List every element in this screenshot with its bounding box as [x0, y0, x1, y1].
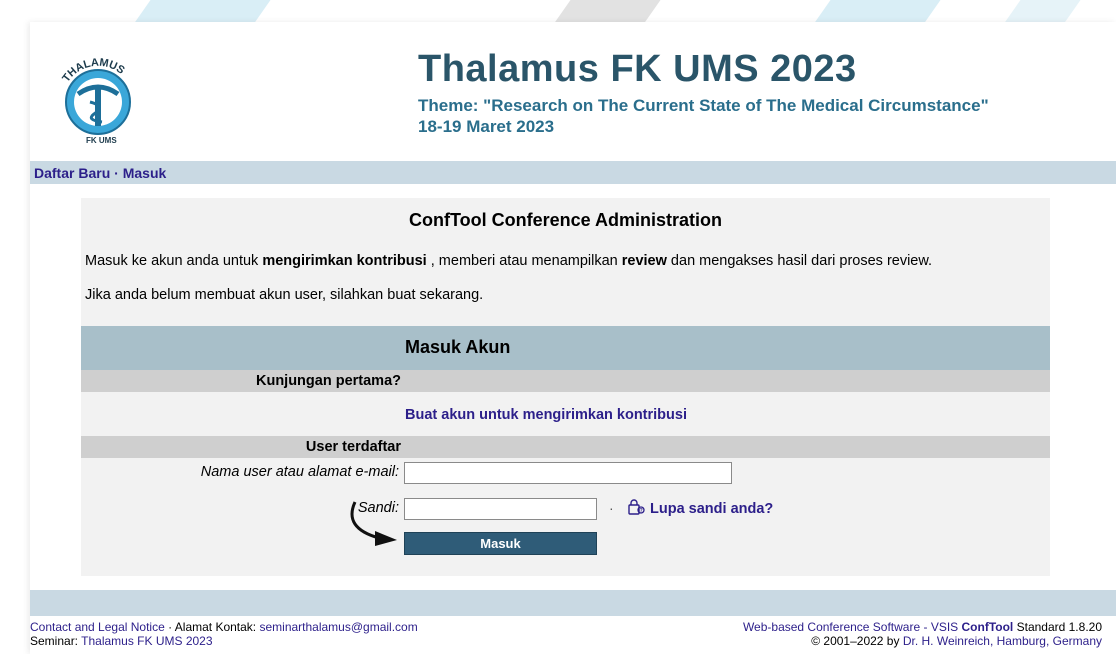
footer-left: Contact and Legal Notice · Alamat Kontak…: [30, 620, 418, 648]
thalamus-logo: THALAMUS FK UMS: [60, 57, 131, 145]
first-visit-label: Kunjungan pertama?: [255, 373, 401, 389]
footer-bar: [30, 590, 1116, 616]
forgot-password-link[interactable]: ? Lupa sandi anda?: [628, 499, 773, 517]
copyright-link[interactable]: Dr. H. Weinreich, Hamburg, Germany: [903, 634, 1102, 648]
conftool-brand: ConfTool: [961, 620, 1014, 634]
software-edition: Standard 1.8.20: [1013, 620, 1102, 634]
header: THALAMUS FK UMS Thalamus FK UMS 2023 The…: [30, 22, 1116, 160]
intro-part1: Masuk ke akun anda untuk: [85, 253, 263, 269]
intro-bold1: mengirimkan kontribusi: [262, 253, 427, 269]
date-text: 18-19 Maret 2023: [418, 117, 555, 136]
software-link[interactable]: Web-based Conference Software - VSIS Con…: [743, 620, 1013, 634]
seminar-link[interactable]: Thalamus FK UMS 2023: [81, 634, 212, 648]
address-label: · Alamat Kontak:: [164, 620, 260, 634]
contact-legal-link[interactable]: Contact and Legal Notice: [30, 620, 165, 634]
registered-user-label: User terdaftar: [305, 439, 401, 455]
login-panel: ConfTool Conference Administration Masuk…: [81, 198, 1050, 576]
nav-links: Daftar Baru · Masuk: [34, 165, 166, 181]
copyright-text: © 2001–2022 by: [811, 634, 903, 648]
panel-heading: ConfTool Conference Administration: [409, 210, 722, 230]
first-visit-row: Kunjungan pertama?: [81, 370, 1050, 392]
username-input[interactable]: [404, 462, 732, 484]
theme-text: Theme: "Research on The Current State of…: [418, 96, 989, 115]
login-link[interactable]: Masuk: [123, 165, 167, 181]
seminar-label: Seminar:: [30, 634, 82, 648]
intro-text: Masuk ke akun anda untuk mengirimkan kon…: [85, 253, 932, 269]
create-account-link[interactable]: Buat akun untuk mengirimkan kontribusi: [405, 407, 687, 423]
footer-right: Web-based Conference Software - VSIS Con…: [743, 620, 1102, 648]
login-button[interactable]: Masuk: [404, 532, 597, 555]
login-heading: Masuk Akun: [405, 337, 511, 357]
separator-dot: ·: [609, 500, 614, 516]
page-frame: THALAMUS FK UMS Thalamus FK UMS 2023 The…: [30, 22, 1116, 654]
pointer-arrow-icon: [350, 501, 397, 546]
contact-email-link[interactable]: seminarthalamus@gmail.com: [259, 620, 417, 634]
forgot-password-text: Lupa sandi anda?: [650, 501, 774, 517]
username-label: Nama user atau alamat e-mail:: [200, 464, 399, 480]
intro-bold2: review: [621, 253, 667, 269]
nav-separator: ·: [114, 165, 119, 181]
no-account-text: Jika anda belum membuat akun user, silah…: [85, 287, 484, 303]
svg-text:?: ?: [640, 508, 643, 514]
page-title: Thalamus FK UMS 2023: [418, 48, 857, 90]
register-link[interactable]: Daftar Baru: [34, 165, 110, 181]
nav-bar: Daftar Baru · Masuk: [30, 161, 1116, 184]
lock-key-icon: ?: [628, 499, 645, 515]
logo-text-bottom: FK UMS: [86, 136, 117, 145]
login-section-header: Masuk Akun: [81, 326, 1050, 370]
registered-user-row: User terdaftar: [81, 436, 1050, 458]
intro-part3: dan mengakses hasil dari proses review.: [666, 253, 933, 269]
intro-part2: , memberi atau menampilkan: [426, 253, 622, 269]
software-link-text: Web-based Conference Software - VSIS: [742, 620, 962, 634]
password-input[interactable]: [404, 498, 597, 520]
conference-subtitle: Theme: "Research on The Current State of…: [418, 95, 989, 137]
